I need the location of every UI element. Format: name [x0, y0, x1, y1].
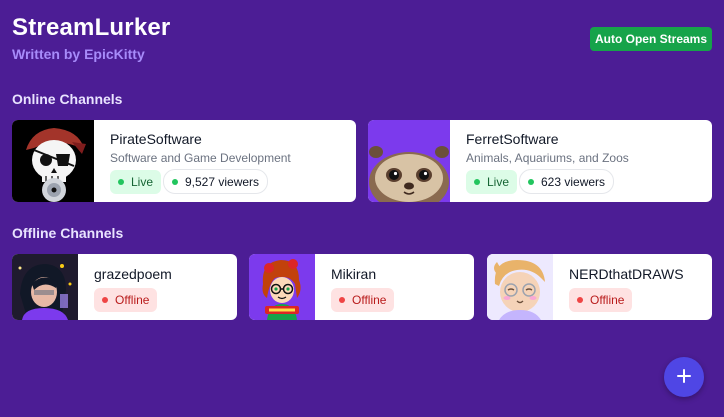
- channel-description: Software and Game Development: [110, 151, 291, 165]
- channel-name: NERDthatDRAWS: [569, 266, 684, 282]
- channel-name: grazedpoem: [94, 266, 172, 282]
- channel-name: FerretSoftware: [466, 131, 559, 147]
- offline-badge-label: Offline: [115, 293, 150, 307]
- viewer-count-badge: 9,527 viewers: [163, 169, 269, 194]
- channel-description: Animals, Aquariums, and Zoos: [466, 151, 629, 165]
- live-badge: Live: [466, 170, 518, 194]
- channel-name: PirateSoftware: [110, 131, 202, 147]
- offline-badge: Offline: [569, 288, 633, 312]
- viewer-dot-icon: [172, 178, 178, 185]
- channel-name: Mikiran: [331, 266, 377, 282]
- live-badge-label: Live: [131, 175, 154, 189]
- viewer-count-badge: 623 viewers: [519, 169, 615, 194]
- app-subtitle: Written by EpicKitty: [12, 46, 145, 62]
- offline-dot-icon: [102, 297, 108, 303]
- add-channel-button[interactable]: [664, 357, 704, 397]
- grazedpoem-avatar: [12, 254, 78, 320]
- offline-channels-heading: Offline Channels: [12, 225, 124, 241]
- plus-icon: [676, 368, 692, 387]
- offline-dot-icon: [577, 297, 583, 303]
- viewer-count: 623 viewers: [541, 174, 606, 189]
- offline-badge: Offline: [331, 288, 395, 312]
- ferret-face-icon: [368, 120, 450, 202]
- offline-badge-label: Offline: [352, 293, 387, 307]
- channel-card-ferretsoftware[interactable]: FerretSoftware Animals, Aquariums, and Z…: [368, 120, 712, 202]
- mikiran-avatar: [249, 254, 315, 320]
- viewer-dot-icon: [528, 178, 534, 185]
- auto-open-streams-button[interactable]: Auto Open Streams: [590, 27, 712, 51]
- channel-card-piratesoftware[interactable]: PirateSoftware Software and Game Develop…: [12, 120, 356, 202]
- channel-card-grazedpoem[interactable]: grazedpoem Offline: [12, 254, 237, 320]
- viewer-count: 9,527 viewers: [185, 174, 260, 189]
- live-badge: Live: [110, 170, 162, 194]
- live-dot-icon: [474, 179, 480, 185]
- offline-dot-icon: [339, 297, 345, 303]
- online-channels-heading: Online Channels: [12, 91, 123, 107]
- channel-card-mikiran[interactable]: Mikiran Offline: [249, 254, 474, 320]
- live-badge-label: Live: [487, 175, 510, 189]
- offline-badge-label: Offline: [590, 293, 625, 307]
- pirate-skull-icon: [12, 120, 94, 202]
- nerdthatdraws-avatar: [487, 254, 553, 320]
- live-dot-icon: [118, 179, 124, 185]
- channel-card-nerdthatdraws[interactable]: NERDthatDRAWS Offline: [487, 254, 712, 320]
- app-title: StreamLurker: [12, 14, 171, 41]
- offline-badge: Offline: [94, 288, 158, 312]
